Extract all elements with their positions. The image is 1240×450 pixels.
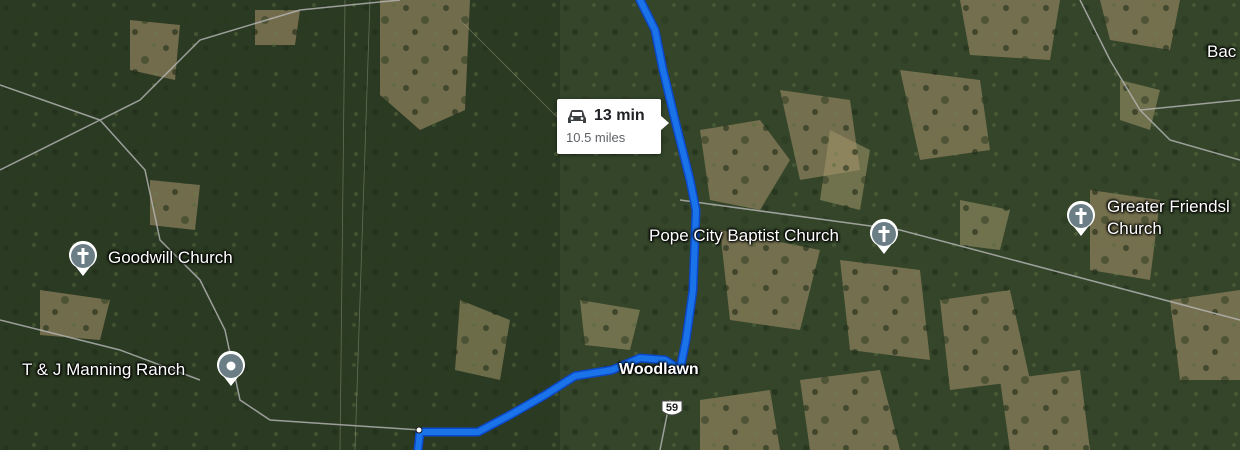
highway-shield-59: 59	[661, 399, 683, 419]
route-card-pointer	[660, 115, 669, 131]
route-duration: 13 min	[594, 107, 645, 124]
route-info-card[interactable]: 13 min 10.5 miles	[557, 99, 669, 154]
church-pin-pope-city[interactable]	[868, 218, 900, 256]
place-label-manning-ranch[interactable]: T & J Manning Ranch	[22, 360, 185, 380]
town-label-woodlawn[interactable]: Woodlawn	[619, 360, 699, 380]
church-pin-goodwill[interactable]	[67, 240, 99, 278]
route-distance: 10.5 miles	[566, 130, 626, 145]
place-label-greater-friendship-line2[interactable]: Church	[1107, 219, 1162, 239]
car-icon	[568, 110, 586, 123]
place-label-pope-city-baptist-church[interactable]: Pope City Baptist Church	[649, 226, 839, 246]
place-label-greater-friendship-line1[interactable]: Greater Friendsl	[1107, 197, 1230, 217]
satellite-map[interactable]	[0, 0, 1240, 450]
highway-number: 59	[665, 402, 679, 414]
route-waypoint-dot	[415, 426, 423, 434]
location-pin-manning-ranch[interactable]	[215, 350, 247, 388]
church-pin-greater-friendship[interactable]	[1065, 200, 1097, 238]
place-label-goodwill-church[interactable]: Goodwill Church	[108, 248, 233, 268]
place-label-bac[interactable]: Bac	[1207, 42, 1236, 62]
